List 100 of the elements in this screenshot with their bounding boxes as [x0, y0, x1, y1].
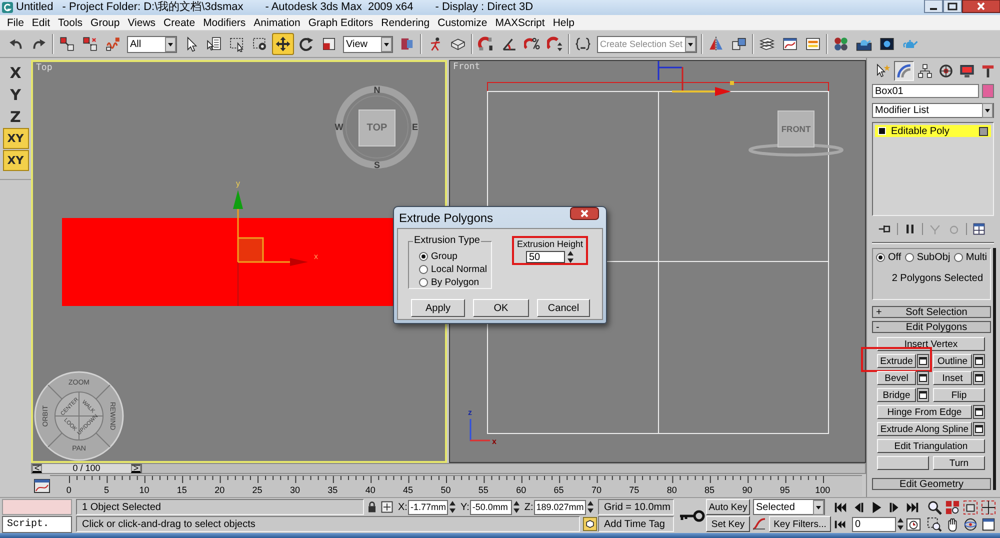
timeline-track[interactable]: 0 5 10 15 20 25 30 35 40 45 50 55 60 65 70 75 80 85 90 95 100	[50, 475, 862, 496]
command-button[interactable]: Bridge	[877, 388, 916, 402]
rollout-header[interactable]: Edit Geometry	[872, 478, 991, 490]
color-swatch-icon[interactable]	[982, 84, 994, 98]
frame-box-icon[interactable]	[962, 500, 979, 514]
menu-item[interactable]: Modifiers	[199, 16, 250, 28]
name-field[interactable]: Box01	[872, 84, 979, 98]
spinner-icon[interactable]	[587, 500, 594, 514]
magnifier-square-icon[interactable]	[926, 516, 943, 532]
radio-option[interactable]: Off	[876, 252, 902, 263]
caret-icon[interactable]	[165, 36, 176, 52]
menu-item[interactable]: Graph Editors	[304, 16, 378, 28]
settings-box-icon[interactable]	[917, 388, 929, 402]
dialog-button[interactable]: Cancel	[537, 299, 590, 317]
radio-icon[interactable]	[419, 278, 428, 287]
settings-box-icon[interactable]	[973, 371, 985, 385]
menu-item[interactable]: Help	[548, 16, 578, 28]
steering-wheel[interactable]	[34, 371, 124, 461]
filled-square-icon[interactable]	[878, 127, 886, 135]
arc-icon[interactable]	[894, 61, 914, 81]
spinner-icon[interactable]	[513, 500, 520, 514]
hierarchy-icon[interactable]	[915, 61, 935, 81]
caret-icon[interactable]	[381, 36, 392, 52]
scroll-bar[interactable]	[993, 248, 996, 490]
radio-icon[interactable]	[419, 252, 428, 261]
radio-option[interactable]: SubObj	[904, 252, 950, 263]
dropdown[interactable]: View	[343, 36, 393, 52]
zoom-icon[interactable]	[926, 500, 943, 514]
frame-field[interactable]: 0	[852, 516, 896, 532]
axis-constraint-button[interactable]: Y	[2, 84, 28, 105]
command-button[interactable]: Outline	[933, 354, 972, 368]
tangent-curve-icon[interactable]	[751, 517, 767, 531]
axis-constraint-button[interactable]: X	[2, 62, 28, 83]
menu-item[interactable]: Edit	[28, 16, 54, 28]
settings-box-icon[interactable]	[917, 354, 929, 368]
number-field[interactable]: 50	[526, 251, 565, 263]
script-field[interactable]: Script.	[2, 516, 72, 533]
command-button[interactable]: Extrude	[877, 354, 916, 368]
settings-box-icon[interactable]	[973, 405, 985, 419]
stack-item[interactable]: Editable Poly	[875, 125, 991, 137]
hexagon-tile-icon[interactable]	[583, 517, 597, 531]
app-icon[interactable]	[2, 2, 13, 13]
settings-box-icon[interactable]	[973, 422, 985, 436]
command-button[interactable]: Insert Vertex	[877, 337, 985, 351]
close-icon[interactable]	[570, 207, 599, 220]
radio-icon[interactable]	[904, 253, 914, 262]
previous-frame-button[interactable]: <	[32, 464, 42, 473]
axis-constraint-button[interactable]: XY	[2, 150, 28, 171]
time-slider-track[interactable]: < 0 / 100 >	[31, 463, 866, 474]
radio-icon[interactable]	[876, 253, 885, 262]
caret-icon[interactable]	[813, 500, 824, 514]
axis-constraint-button[interactable]: XY	[2, 128, 28, 149]
coordinate-field[interactable]: -50.0mm	[470, 500, 512, 514]
auto-key-button[interactable]: Auto Key	[706, 499, 750, 515]
menu-item[interactable]: Create	[160, 16, 200, 28]
orbit-icon[interactable]	[962, 516, 979, 532]
clock-window-icon[interactable]	[905, 516, 922, 532]
spinner-icon[interactable]	[897, 517, 904, 531]
close-icon[interactable]	[962, 0, 1000, 13]
menu-item[interactable]: MAXScript	[491, 16, 549, 28]
menu-item[interactable]: Customize	[434, 16, 492, 28]
frame-grid-icon[interactable]	[980, 500, 997, 514]
set-key-button[interactable]: Set Key	[706, 516, 750, 532]
command-button[interactable]: Inset	[933, 371, 972, 385]
coordinate-field[interactable]: -1.77mm	[408, 500, 448, 514]
command-button[interactable]: Edit Triangulation	[877, 439, 985, 453]
spinner-icon[interactable]	[449, 500, 456, 514]
key-icon[interactable]	[677, 508, 705, 524]
magnifier-grid-icon[interactable]	[944, 500, 961, 514]
key-filters-button[interactable]: Key Filters...	[769, 516, 831, 532]
maximize-viewport-icon[interactable]	[980, 516, 997, 532]
listener-field[interactable]	[2, 499, 72, 515]
radio-option[interactable]: Multi	[954, 252, 987, 263]
plus-box-icon[interactable]	[380, 500, 394, 514]
dropdown[interactable]: All	[127, 36, 177, 52]
combo-box[interactable]: Create Selection Set	[597, 36, 697, 52]
caret-icon[interactable]	[982, 103, 993, 118]
window-grid-icon[interactable]	[972, 222, 986, 236]
time-slider-thumb[interactable]: < 0 / 100 >	[32, 464, 142, 473]
menu-item[interactable]: File	[3, 16, 28, 28]
menu-item[interactable]: Rendering	[377, 16, 434, 28]
next-frame-button[interactable]: >	[131, 464, 141, 473]
rollout-header[interactable]: - Edit Polygons	[872, 321, 991, 333]
transform-gizmo[interactable]	[658, 61, 734, 96]
coordinate-field[interactable]: 189.027mm	[534, 500, 586, 514]
command-button[interactable]: Extrude Along Spline	[877, 422, 972, 436]
dropdown[interactable]: Modifier List	[872, 103, 994, 118]
menu-item[interactable]: Animation	[250, 16, 304, 28]
radio-icon[interactable]	[419, 265, 428, 274]
command-button[interactable]: Hinge From Edge	[877, 405, 972, 419]
curve-window-icon[interactable]	[34, 478, 50, 492]
command-button[interactable]: Bevel	[877, 371, 916, 385]
dialog-button[interactable]: Apply	[411, 299, 465, 317]
settings-box-icon[interactable]	[973, 354, 985, 368]
command-button[interactable]: Flip	[933, 388, 985, 402]
dropdown[interactable]: Selected	[753, 499, 825, 515]
time-tag-field[interactable]: Add Time Tag	[598, 516, 674, 532]
menu-item[interactable]: Tools	[54, 16, 87, 28]
settings-box-icon[interactable]	[917, 371, 929, 385]
rollout-header[interactable]: + Soft Selection	[872, 306, 991, 318]
